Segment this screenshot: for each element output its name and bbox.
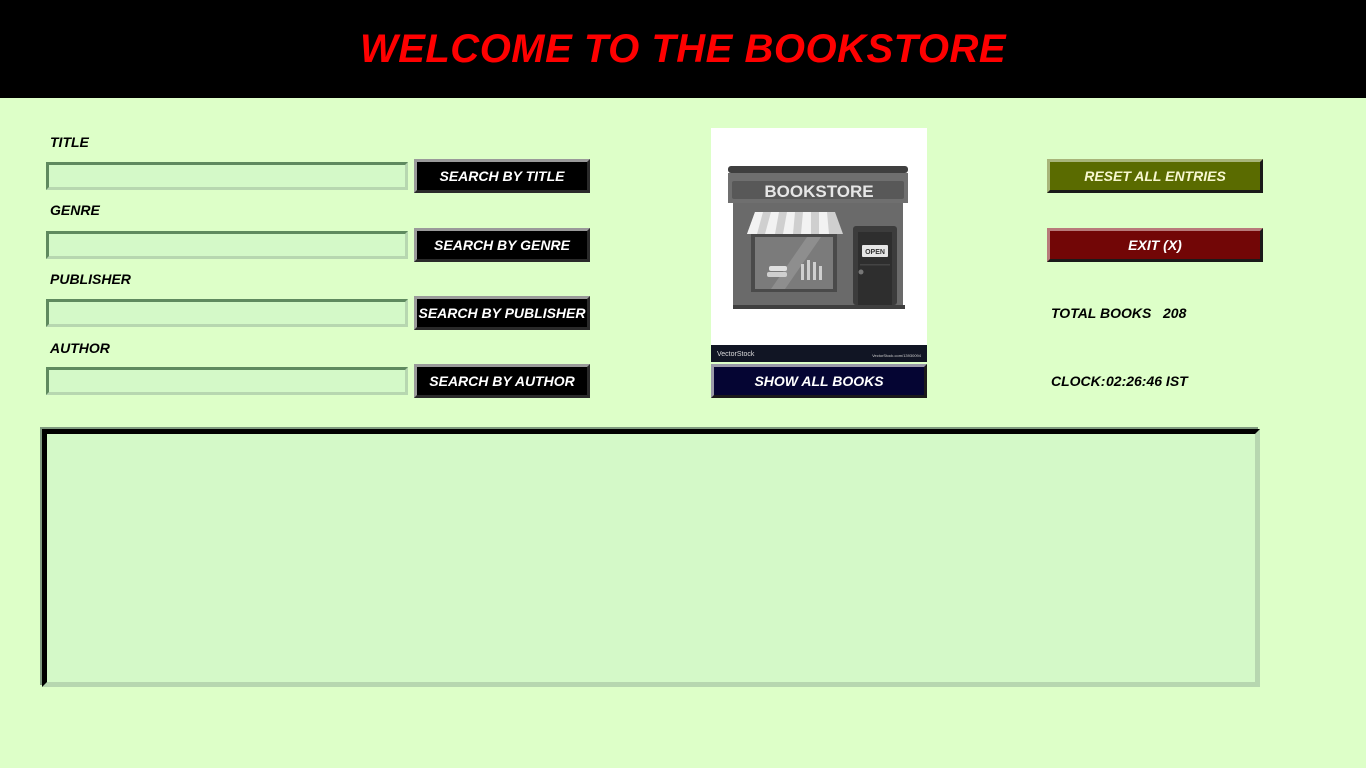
bookstore-illustration-icon: BOOKSTORE OPEN VectorStock VectorStock.c… bbox=[711, 166, 927, 362]
author-label: AUTHOR bbox=[50, 340, 110, 356]
author-input[interactable] bbox=[46, 367, 408, 395]
bookstore-image: BOOKSTORE OPEN VectorStock VectorStock.c… bbox=[711, 128, 927, 362]
search-by-title-button[interactable]: SEARCH BY TITLE bbox=[414, 159, 590, 193]
publisher-input[interactable] bbox=[46, 299, 408, 327]
genre-label: GENRE bbox=[50, 202, 100, 218]
clock-label: CLOCK: bbox=[1051, 373, 1106, 389]
genre-input[interactable] bbox=[46, 231, 408, 259]
header-bar: WELCOME TO THE BOOKSTORE bbox=[0, 0, 1366, 98]
results-listbox[interactable] bbox=[42, 429, 1260, 687]
watermark-url: VectorStock.com/13930094 bbox=[872, 353, 922, 358]
title-label: TITLE bbox=[50, 134, 89, 150]
search-by-genre-button[interactable]: SEARCH BY GENRE bbox=[414, 228, 590, 262]
clock-value: 02:26:46 IST bbox=[1106, 373, 1188, 389]
total-books-value: 208 bbox=[1163, 305, 1187, 321]
title-input[interactable] bbox=[46, 162, 408, 190]
publisher-label: PUBLISHER bbox=[50, 271, 131, 287]
search-by-publisher-button[interactable]: SEARCH BY PUBLISHER bbox=[414, 296, 590, 330]
watermark-logo: VectorStock bbox=[717, 351, 755, 358]
total-books-label: TOTAL BOOKS bbox=[1051, 305, 1152, 321]
show-all-books-button[interactable]: SHOW ALL BOOKS bbox=[711, 364, 927, 398]
open-sign-text: OPEN bbox=[865, 249, 885, 256]
search-by-author-button[interactable]: SEARCH BY AUTHOR bbox=[414, 364, 590, 398]
exit-button[interactable]: EXIT (X) bbox=[1047, 228, 1263, 262]
reset-all-entries-button[interactable]: RESET ALL ENTRIES bbox=[1047, 159, 1263, 193]
page-title: WELCOME TO THE BOOKSTORE bbox=[359, 26, 1007, 71]
sign-text: BOOKSTORE bbox=[764, 182, 873, 201]
